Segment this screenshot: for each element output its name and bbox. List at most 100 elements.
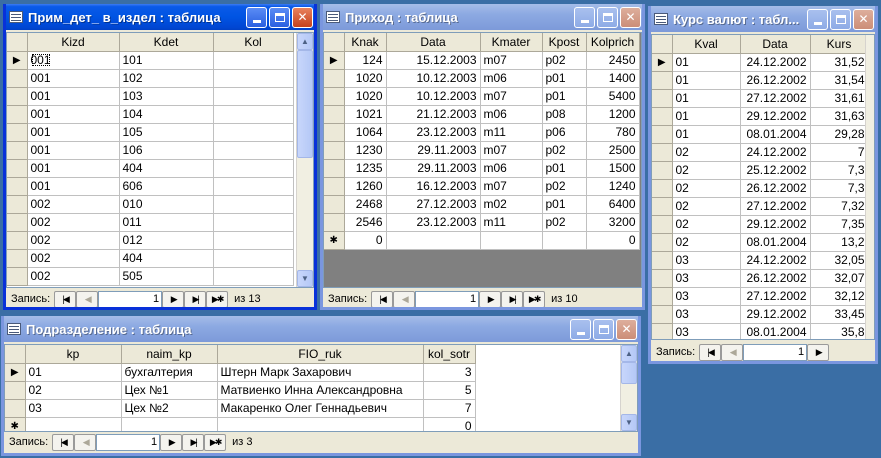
- table-cell[interactable]: 02: [25, 381, 122, 400]
- table-cell[interactable]: 1021: [344, 105, 387, 124]
- table-row[interactable]: 02 08.01.2004 13,2: [652, 233, 869, 252]
- table-row[interactable]: 1260 16.12.2003 m07 p02 1240: [324, 177, 640, 196]
- minimize-button[interactable]: [574, 6, 595, 28]
- table-cell[interactable]: Матвиенко Инна Александровна: [217, 381, 424, 400]
- table-row[interactable]: 002 011: [7, 213, 294, 232]
- maximize-button[interactable]: [597, 6, 618, 28]
- row-selector[interactable]: [652, 197, 673, 216]
- table-row[interactable]: 001 104: [7, 105, 294, 124]
- table-cell[interactable]: 02: [672, 215, 741, 234]
- table-cell[interactable]: 01: [672, 107, 741, 126]
- table-cell[interactable]: p01: [542, 69, 587, 88]
- table-cell[interactable]: 31,63: [810, 107, 869, 126]
- table-cell[interactable]: Цех №1: [121, 381, 218, 400]
- table-row[interactable]: 1064 23.12.2003 m11 p06 780: [324, 123, 640, 142]
- column-header[interactable]: Kurs: [810, 35, 869, 54]
- table-cell[interactable]: 31,54: [810, 71, 869, 90]
- scroll-thumb[interactable]: [621, 362, 637, 384]
- new-record-row[interactable]: ✱ 0 0: [324, 231, 640, 250]
- table-cell[interactable]: 002: [27, 213, 120, 232]
- maximize-button[interactable]: [269, 6, 290, 28]
- table-cell[interactable]: p08: [542, 105, 587, 124]
- table-cell[interactable]: 105: [119, 123, 214, 142]
- select-all-corner[interactable]: [324, 33, 345, 52]
- table-cell[interactable]: p02: [542, 51, 587, 70]
- table-row[interactable]: ▶ 01 бухгалтерия Штерн Марк Захарович 3: [5, 363, 476, 382]
- datasheet-prihod[interactable]: Knak Data Kmater Kpost Kolprich ▶ 124 15.12.200…: [323, 32, 642, 288]
- table-cell[interactable]: 124: [344, 51, 387, 70]
- row-selector[interactable]: [7, 123, 28, 142]
- table-cell[interactable]: 0: [423, 417, 476, 431]
- table-cell[interactable]: [213, 195, 294, 214]
- table-cell[interactable]: 001: [27, 87, 120, 106]
- table-row[interactable]: ▶ 124 15.12.2003 m07 p02 2450: [324, 51, 640, 70]
- row-selector[interactable]: [324, 141, 345, 160]
- table-row[interactable]: 01 27.12.2002 31,61: [652, 89, 869, 108]
- record-pointer-icon[interactable]: ▶: [652, 53, 673, 72]
- maximize-button[interactable]: [830, 8, 851, 30]
- table-cell[interactable]: 03: [25, 399, 122, 418]
- table-cell[interactable]: [213, 159, 294, 178]
- column-header[interactable]: Data: [386, 33, 481, 52]
- column-header[interactable]: Knak: [344, 33, 387, 52]
- table-cell[interactable]: 27.12.2002: [740, 197, 811, 216]
- row-selector[interactable]: [652, 125, 673, 144]
- table-cell[interactable]: 002: [27, 195, 120, 214]
- close-button[interactable]: ✕: [292, 6, 313, 28]
- table-cell[interactable]: Цех №2: [121, 399, 218, 418]
- table-cell[interactable]: p02: [542, 213, 587, 232]
- table-row[interactable]: 02 26.12.2002 7,3: [652, 179, 869, 198]
- table-row[interactable]: 1020 10.12.2003 m07 p01 5400: [324, 87, 640, 106]
- table-cell[interactable]: 21.12.2003: [386, 105, 481, 124]
- row-selector[interactable]: [7, 69, 28, 88]
- table-cell[interactable]: [213, 213, 294, 232]
- first-record-button[interactable]: |◀: [371, 290, 394, 307]
- table-cell[interactable]: 7,3: [810, 161, 869, 180]
- table-row[interactable]: 1021 21.12.2003 m06 p08 1200: [324, 105, 640, 124]
- table-cell[interactable]: 33,45: [810, 305, 869, 324]
- table-cell[interactable]: 03: [672, 251, 741, 270]
- row-selector[interactable]: [324, 105, 345, 124]
- table-cell[interactable]: [480, 231, 543, 250]
- minimize-button[interactable]: [807, 8, 828, 30]
- row-selector[interactable]: [652, 89, 673, 108]
- table-cell[interactable]: [213, 51, 294, 70]
- table-cell[interactable]: 08.01.2004: [740, 233, 811, 252]
- column-header[interactable]: naim_kp: [121, 345, 218, 364]
- table-cell[interactable]: 26.12.2002: [740, 179, 811, 198]
- table-cell[interactable]: 780: [586, 123, 640, 142]
- row-selector[interactable]: [324, 195, 345, 214]
- record-pointer-icon[interactable]: ▶: [324, 51, 345, 70]
- table-cell[interactable]: 29.12.2002: [740, 215, 811, 234]
- column-header[interactable]: Data: [740, 35, 811, 54]
- table-cell[interactable]: 7,32: [810, 197, 869, 216]
- table-cell[interactable]: [213, 123, 294, 142]
- titlebar-kurs[interactable]: Курс валют : табл... ✕: [651, 6, 875, 32]
- table-cell[interactable]: 29.12.2002: [740, 107, 811, 126]
- table-cell[interactable]: 5: [423, 381, 476, 400]
- new-record-button[interactable]: ▶✱: [204, 433, 227, 451]
- table-cell[interactable]: 03: [672, 287, 741, 306]
- table-cell[interactable]: 29.11.2003: [386, 141, 481, 160]
- table-cell[interactable]: 26.12.2002: [740, 71, 811, 90]
- table-cell[interactable]: 001: [27, 69, 120, 88]
- row-selector[interactable]: [652, 287, 673, 306]
- table-cell[interactable]: 31,61: [810, 89, 869, 108]
- table-cell[interactable]: 101: [119, 51, 214, 70]
- table-row[interactable]: 01 08.01.2004 29,28: [652, 125, 869, 144]
- column-header[interactable]: Kmater: [480, 33, 543, 52]
- titlebar-prim-det[interactable]: Прим_дет_ в_издел : таблица ✕: [6, 4, 314, 30]
- row-selector[interactable]: [7, 231, 28, 250]
- record-number-input[interactable]: 1: [98, 290, 163, 307]
- table-cell[interactable]: [217, 417, 424, 431]
- table-row[interactable]: 001 404: [7, 159, 294, 178]
- table-row[interactable]: 03 24.12.2002 32,05: [652, 251, 869, 270]
- scroll-up-button[interactable]: ▲: [297, 33, 313, 50]
- table-cell[interactable]: 26.12.2002: [740, 269, 811, 288]
- column-header[interactable]: Kolprich: [586, 33, 640, 52]
- close-button[interactable]: ✕: [853, 8, 874, 30]
- new-record-icon[interactable]: ✱: [5, 417, 26, 431]
- table-cell[interactable]: 404: [119, 159, 214, 178]
- table-cell[interactable]: 7,35: [810, 215, 869, 234]
- row-selector[interactable]: [324, 69, 345, 88]
